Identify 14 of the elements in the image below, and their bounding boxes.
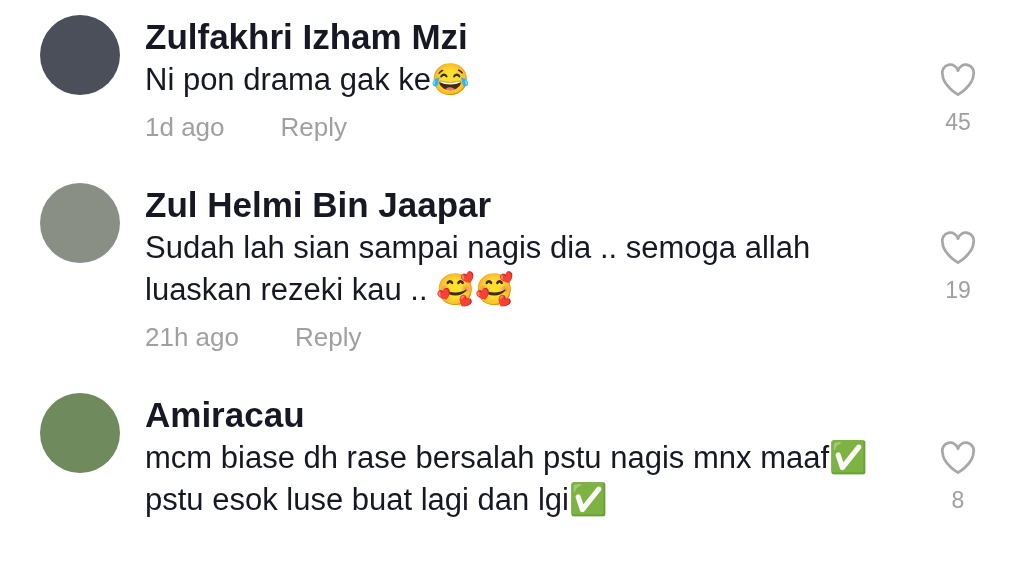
heart-icon[interactable] — [939, 231, 977, 265]
comment-time: 1d ago — [145, 111, 225, 143]
heart-icon[interactable] — [939, 63, 977, 97]
like-count: 19 — [945, 276, 971, 305]
like-count: 8 — [951, 486, 965, 515]
comment-author[interactable]: Zulfakhri Izham Mzi — [145, 15, 918, 59]
heart-icon[interactable] — [939, 441, 977, 475]
comment-text: Ni pon drama gak ke😂 — [145, 61, 472, 99]
comment-time: 21h ago — [145, 321, 239, 353]
comment-text: Sudah lah sian sampai nagis dia .. semoga allah luaskan rezeki kau .. 🥰🥰 — [145, 229, 812, 309]
comment-author[interactable]: Zul Helmi Bin Jaapar — [145, 183, 918, 227]
comment-text: mcm biase dh rase bersalah pstu nagis mnx maaf✅ pstu esok luse buat lagi dan lgi✅ — [145, 439, 870, 519]
like-count: 45 — [945, 108, 971, 137]
comment-author[interactable]: Amiracau — [145, 393, 918, 437]
